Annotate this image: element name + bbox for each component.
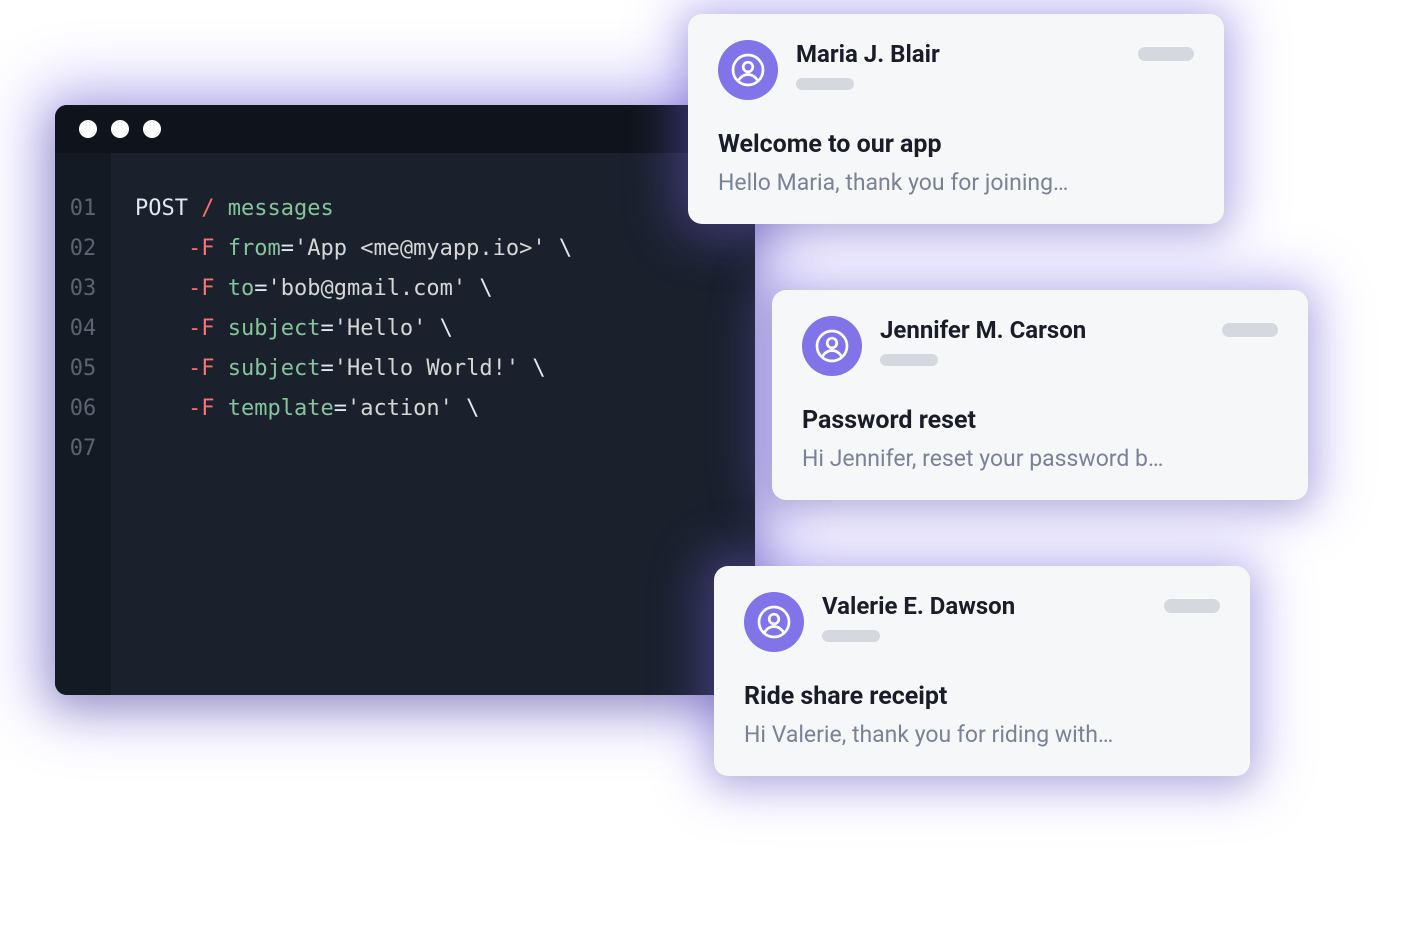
window-dot-close-icon[interactable] (79, 120, 97, 138)
window-dot-maximize-icon[interactable] (143, 120, 161, 138)
line-number: 07 (55, 429, 111, 469)
message-preview: Hi Valerie, thank you for riding with… (744, 721, 1220, 748)
code-line: -F from='App <me@myapp.io>' \ (135, 229, 739, 269)
code-line (135, 429, 739, 469)
line-number: 04 (55, 309, 111, 349)
placeholder-chip (1164, 599, 1220, 613)
message-subject: Ride share receipt (744, 682, 1220, 711)
code-content: POST / messages -F from='App <me@myapp.i… (111, 153, 755, 695)
avatar (744, 592, 804, 652)
user-circle-icon (814, 328, 850, 364)
terminal-titlebar (55, 105, 755, 153)
code-line: -F subject='Hello' \ (135, 309, 739, 349)
line-number: 01 (55, 189, 111, 229)
message-card[interactable]: Jennifer M. Carson Password reset Hi Jen… (772, 290, 1308, 500)
window-dot-minimize-icon[interactable] (111, 120, 129, 138)
card-header: Jennifer M. Carson (802, 316, 1278, 376)
message-preview: Hello Maria, thank you for joining… (718, 169, 1194, 196)
line-number: 02 (55, 229, 111, 269)
placeholder-chip (1222, 323, 1278, 337)
terminal-body: 01020304050607 POST / messages -F from='… (55, 153, 755, 695)
message-card[interactable]: Valerie E. Dawson Ride share receipt Hi … (714, 566, 1250, 776)
code-line: -F subject='Hello World!' \ (135, 349, 739, 389)
placeholder-chip (796, 78, 854, 90)
sender-name: Jennifer M. Carson (880, 316, 1086, 344)
line-number-gutter: 01020304050607 (55, 153, 111, 695)
code-line: -F to='bob@gmail.com' \ (135, 269, 739, 309)
line-number: 05 (55, 349, 111, 389)
user-circle-icon (756, 604, 792, 640)
placeholder-chip (822, 630, 880, 642)
terminal-window: 01020304050607 POST / messages -F from='… (55, 105, 755, 695)
message-subject: Password reset (802, 406, 1278, 435)
message-card[interactable]: Maria J. Blair Welcome to our app Hello … (688, 14, 1224, 224)
line-number: 06 (55, 389, 111, 429)
sender-name: Maria J. Blair (796, 40, 940, 68)
placeholder-chip (1138, 47, 1194, 61)
placeholder-chip (880, 354, 938, 366)
message-preview: Hi Jennifer, reset your password b… (802, 445, 1278, 472)
message-subject: Welcome to our app (718, 130, 1194, 159)
sender-name: Valerie E. Dawson (822, 592, 1015, 620)
code-line: POST / messages (135, 189, 739, 229)
avatar (718, 40, 778, 100)
card-header: Maria J. Blair (718, 40, 1194, 100)
line-number: 03 (55, 269, 111, 309)
user-circle-icon (730, 52, 766, 88)
code-line: -F template='action' \ (135, 389, 739, 429)
avatar (802, 316, 862, 376)
card-header: Valerie E. Dawson (744, 592, 1220, 652)
